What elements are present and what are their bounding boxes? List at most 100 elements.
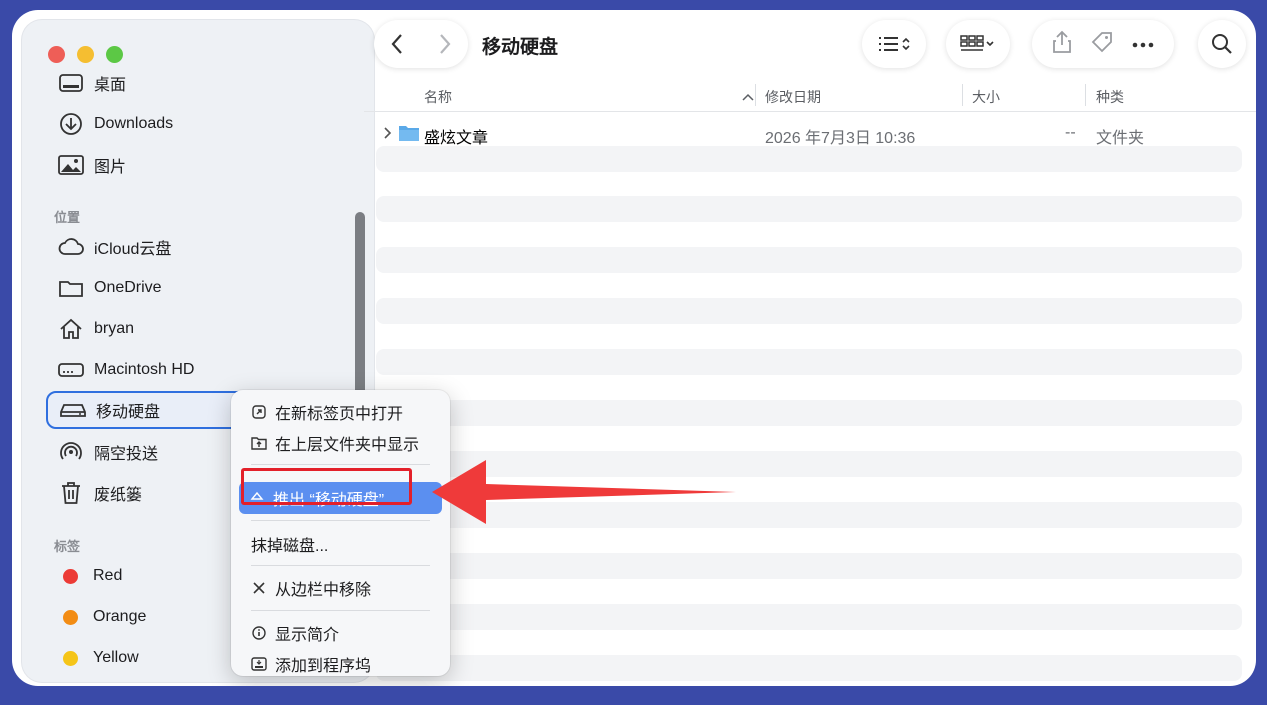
more-button[interactable] <box>1132 35 1154 53</box>
file-size: -- <box>1065 124 1076 141</box>
action-buttons <box>1032 20 1174 68</box>
red-tag-dot-icon <box>63 568 78 584</box>
empty-row <box>376 400 1242 426</box>
sidebar-item-label: 废纸篓 <box>94 487 143 504</box>
close-x-icon <box>251 580 267 596</box>
sidebar-item-label: Orange <box>93 608 147 625</box>
sidebar-item-icloud[interactable]: iCloud云盘 <box>46 228 338 266</box>
annotation-arrow-icon <box>432 460 736 524</box>
list-view-icon <box>879 37 910 51</box>
external-drive-icon <box>60 397 86 423</box>
empty-row <box>376 298 1242 324</box>
sidebar-item-desktop[interactable]: 桌面 <box>46 64 338 102</box>
empty-row <box>376 604 1242 630</box>
airdrop-icon <box>58 439 84 465</box>
back-button[interactable] <box>375 33 419 55</box>
sidebar-item-label: Downloads <box>94 115 174 132</box>
column-header-kind[interactable]: 种类 <box>1096 82 1246 112</box>
empty-row <box>376 553 1242 579</box>
sidebar-item-downloads[interactable]: Downloads <box>46 105 338 143</box>
folder-icon <box>58 275 84 301</box>
search-button[interactable] <box>1198 20 1246 68</box>
photo-icon <box>58 152 84 178</box>
header-divider <box>364 111 1256 112</box>
menu-separator <box>251 565 430 566</box>
annotation-highlight-box <box>241 468 412 505</box>
section-header-tags: 标签 <box>54 539 81 554</box>
finder-window: 桌面 Downloads 图片 位置 iCloud云盘 OneDrive bry… <box>12 10 1256 686</box>
share-button[interactable] <box>1052 30 1072 59</box>
sidebar-item-label: 隔空投送 <box>94 446 159 463</box>
desktop-icon <box>58 70 84 96</box>
group-by-button[interactable] <box>946 20 1010 68</box>
empty-row <box>376 247 1242 273</box>
sidebar-item-label: OneDrive <box>94 279 162 296</box>
sidebar-item-label: iCloud云盘 <box>94 241 172 258</box>
sidebar-item-pictures[interactable]: 图片 <box>46 146 338 184</box>
column-divider[interactable] <box>1085 84 1086 106</box>
column-header-size[interactable]: 大小 <box>972 82 1082 112</box>
search-icon <box>1212 34 1232 54</box>
table-row[interactable]: 盛炫文章 2026 年7月3日 10:36 -- 文件夹 <box>376 118 1242 148</box>
tag-icon <box>1091 31 1112 52</box>
empty-row <box>376 655 1242 681</box>
forward-button[interactable] <box>423 33 467 55</box>
file-name: 盛炫文章 <box>424 130 489 147</box>
sidebar-item-label: 桌面 <box>94 77 127 94</box>
share-icon <box>1053 30 1071 53</box>
empty-row <box>376 349 1242 375</box>
column-header-modified[interactable]: 修改日期 <box>765 82 955 112</box>
chevron-left-icon <box>391 34 402 54</box>
sidebar-item-label: Yellow <box>93 649 139 666</box>
chevron-right-icon <box>440 34 451 54</box>
column-header-name[interactable]: 名称 <box>424 82 754 112</box>
menu-separator <box>251 520 430 521</box>
folder-icon <box>399 126 419 141</box>
download-circle-icon <box>58 111 84 137</box>
yellow-tag-dot-icon <box>63 650 78 666</box>
context-menu: 在新标签页中打开 在上层文件夹中显示 推出 “移动硬盘” 抹掉磁盘... 从边栏… <box>231 390 450 676</box>
ellipsis-icon <box>1132 42 1154 48</box>
menu-item-show-in-enclosing-folder[interactable]: 在上层文件夹中显示 <box>241 429 440 457</box>
tag-button[interactable] <box>1090 30 1114 59</box>
orange-tag-dot-icon <box>63 609 78 625</box>
sidebar-item-home[interactable]: bryan <box>46 310 338 348</box>
trash-icon <box>58 480 84 506</box>
open-in-tab-icon <box>251 404 267 420</box>
sort-ascending-icon <box>742 93 754 101</box>
zoom-window-button[interactable] <box>106 46 123 63</box>
sidebar-item-macintosh-hd[interactable]: Macintosh HD <box>46 351 338 389</box>
empty-row <box>376 196 1242 222</box>
menu-separator <box>251 464 430 465</box>
grid-group-icon <box>960 35 994 51</box>
empty-row <box>376 146 1242 172</box>
window-title: 移动硬盘 <box>482 37 559 58</box>
column-divider[interactable] <box>962 84 963 106</box>
menu-item-add-to-dock[interactable]: 添加到程序坞 <box>241 650 440 678</box>
info-icon <box>251 625 267 641</box>
nav-buttons <box>374 20 468 68</box>
file-kind: 文件夹 <box>1096 130 1145 147</box>
section-header-locations: 位置 <box>54 210 81 225</box>
close-window-button[interactable] <box>48 46 65 63</box>
file-modified: 2026 年7月3日 10:36 <box>765 130 916 147</box>
view-options-button[interactable] <box>862 20 926 68</box>
sidebar-item-label: Red <box>93 567 123 584</box>
menu-item-get-info[interactable]: 显示简介 <box>241 619 440 647</box>
menu-item-remove-from-sidebar[interactable]: 从边栏中移除 <box>241 574 440 602</box>
menu-item-erase-disk[interactable]: 抹掉磁盘... <box>241 530 440 558</box>
menu-item-open-in-new-tab[interactable]: 在新标签页中打开 <box>241 398 440 426</box>
sidebar-item-label: bryan <box>94 320 135 337</box>
menu-separator <box>251 610 430 611</box>
sidebar-item-label: 移动硬盘 <box>96 404 161 421</box>
home-icon <box>58 316 84 342</box>
dock-icon <box>251 656 267 672</box>
hard-drive-icon <box>58 357 84 383</box>
cloud-icon <box>58 234 84 260</box>
minimize-window-button[interactable] <box>77 46 94 63</box>
show-in-folder-icon <box>251 435 267 451</box>
sidebar-item-label: 图片 <box>94 159 127 176</box>
sidebar-item-onedrive[interactable]: OneDrive <box>46 269 338 307</box>
column-divider[interactable] <box>755 84 756 106</box>
disclosure-chevron-icon[interactable] <box>384 127 392 139</box>
